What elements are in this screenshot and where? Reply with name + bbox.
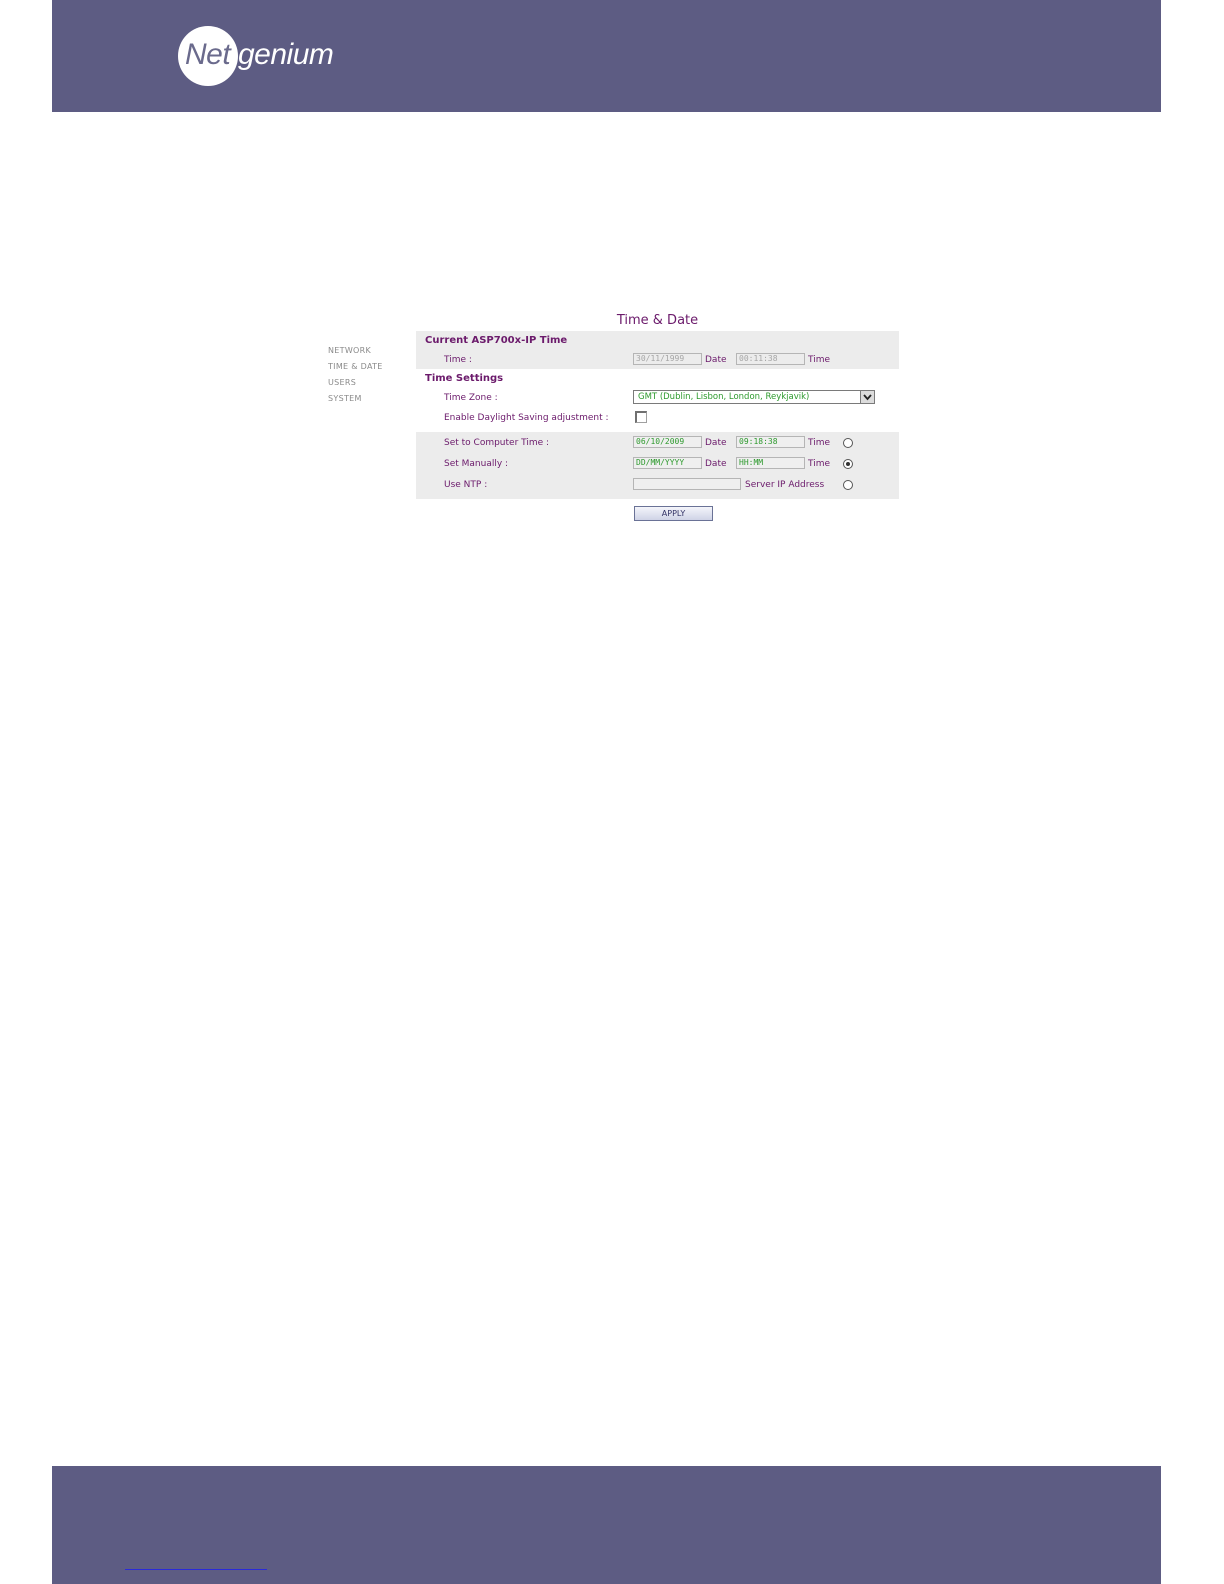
logo-text-net: Net (185, 38, 231, 71)
current-date-field: 30/11/1999 (633, 353, 702, 365)
ntp-server-field[interactable] (633, 478, 741, 490)
timezone-selected-value: GMT (Dublin, Lisbon, London, Reykjavik) (638, 392, 810, 402)
nav-item-time-date[interactable]: TIME & DATE (328, 362, 383, 378)
current-time-heading: Current ASP700x-IP Time (425, 335, 568, 346)
current-time-unit: Time (808, 355, 831, 365)
page-title: Time & Date (616, 313, 699, 328)
computer-time-unit: Time (808, 438, 831, 448)
manual-time-field[interactable]: HH:MM (736, 457, 805, 469)
manual-date-unit: Date (705, 459, 727, 469)
manual-time-label: Set Manually : (444, 459, 509, 469)
computer-time-field[interactable]: 09:18:38 (736, 436, 805, 448)
logo-text-genium: genium (238, 38, 334, 71)
ntp-radio[interactable] (843, 480, 853, 490)
nav-item-system[interactable]: SYSTEM (328, 394, 383, 410)
manual-time-unit: Time (808, 459, 831, 469)
ntp-label: Use NTP : (444, 480, 488, 490)
computer-date-field[interactable]: 06/10/2009 (633, 436, 702, 448)
footer-link[interactable] (125, 1556, 267, 1570)
computer-time-radio[interactable] (843, 438, 853, 448)
current-time-field: 00:11:38 (736, 353, 805, 365)
sidebar-nav: NETWORK TIME & DATE USERS SYSTEM (328, 346, 383, 410)
apply-button[interactable]: APPLY (634, 506, 713, 521)
manual-date-field[interactable]: DD/MM/YYYY (633, 457, 702, 469)
timezone-label: Time Zone : (444, 393, 498, 403)
ntp-server-unit: Server IP Address (745, 480, 825, 490)
chevron-down-icon[interactable] (860, 391, 874, 403)
netgenium-logo: Net genium (178, 26, 378, 86)
dst-checkbox[interactable] (635, 411, 647, 423)
current-time-label: Time : (444, 355, 472, 365)
nav-item-users[interactable]: USERS (328, 378, 383, 394)
current-date-unit: Date (705, 355, 727, 365)
nav-item-network[interactable]: NETWORK (328, 346, 383, 362)
timezone-select[interactable]: GMT (Dublin, Lisbon, London, Reykjavik) (633, 390, 875, 404)
computer-time-label: Set to Computer Time : (444, 438, 550, 448)
manual-time-radio[interactable] (843, 459, 853, 469)
computer-date-unit: Date (705, 438, 727, 448)
time-settings-heading: Time Settings (425, 373, 504, 384)
dst-label: Enable Daylight Saving adjustment : (444, 413, 609, 423)
